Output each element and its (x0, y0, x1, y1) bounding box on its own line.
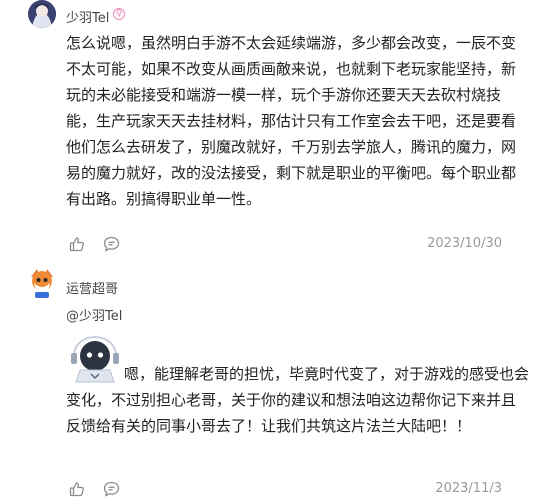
reply-text: 嗯，能理解老哥的担忧，毕竟时代变了，对于游戏的感受也会变化，不过别担心老哥，关于… (66, 334, 530, 439)
comment-date: 2023/11/3 (435, 481, 502, 496)
comment-bubble-icon[interactable] (103, 236, 120, 256)
comment-username[interactable]: 运营超哥 (66, 278, 118, 297)
comment-bubble-icon[interactable] (103, 481, 120, 501)
reply-text-content: 嗯，能理解老哥的担忧，毕竟时代变了，对于游戏的感受也会变化，不过别担心老哥，关于… (66, 365, 530, 435)
user-avatar[interactable] (28, 0, 56, 28)
operator-avatar[interactable] (28, 267, 56, 299)
thumbs-up-icon[interactable] (69, 236, 85, 256)
comment-text: 怎么说嗯，虽然明白手游不太会延续端游，多少都会改变，一辰不变不太可能，如果不改变… (66, 34, 517, 208)
female-gender-badge-icon: ♀ (113, 8, 125, 20)
comment-date: 2023/10/30 (427, 236, 502, 251)
thumbs-up-icon[interactable] (69, 481, 85, 501)
reply-mention[interactable]: @少羽Tel (66, 305, 122, 324)
comment-username[interactable]: 少羽Tel (66, 7, 109, 26)
